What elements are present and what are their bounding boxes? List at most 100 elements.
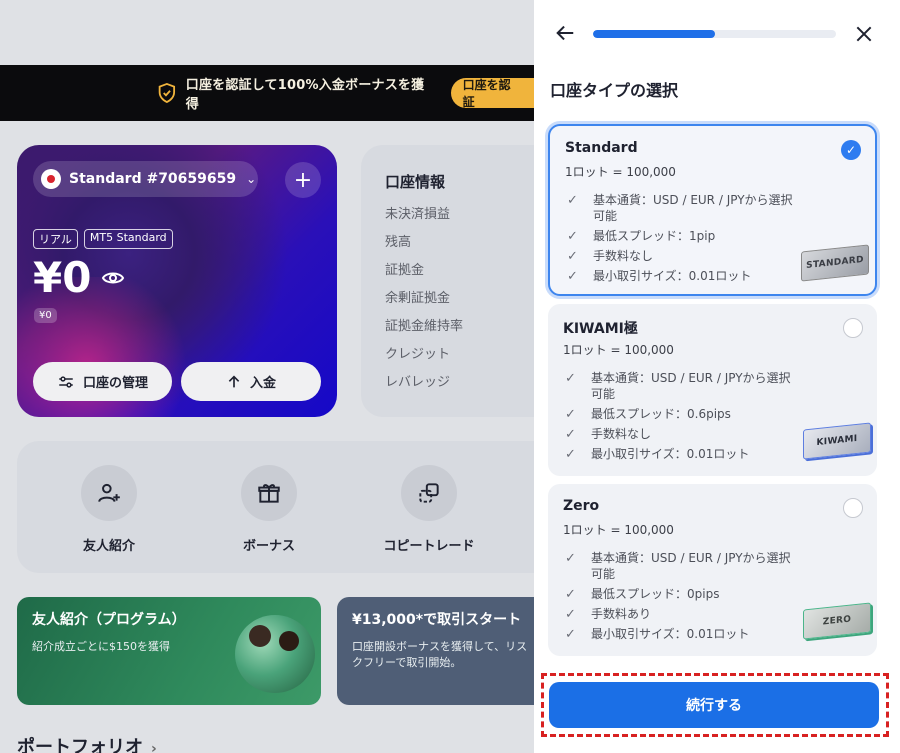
account-type-standard[interactable]: Standard 1ロット = 100,000 ✓ ✓ 基本通貨：USD / EU… [548,124,877,296]
quick-action-label: ボーナス [242,539,295,554]
deposit-button[interactable]: 入金 [181,362,321,401]
check-icon: ✓ [567,193,578,208]
feature-item: ✓ 基本通貨：USD / EUR / JPYから選択可能 [565,371,791,401]
shield-check-icon [158,82,176,104]
account-tag-real: リアル [33,229,78,249]
gift-icon [241,465,297,521]
chevron-down-icon: ⌄ [246,172,257,186]
info-item: クレジット [385,347,451,362]
feature-item: ✓ 手数料あり [565,607,652,622]
standard-badge-icon: STANDARD [801,244,869,282]
account-info-list: 未決済損益 残高 証拠金 余剰証拠金 証拠金維持率 クレジット レバレッジ [385,207,463,403]
zero-badge-icon: ZERO [803,602,871,640]
account-type-lot: 1ロット = 100,000 [565,165,676,179]
quick-actions-card: 友人紹介 ボーナス コピートレード [17,441,557,573]
feature-item: ✓ 最小取引サイズ：0.01ロット [565,627,750,642]
check-icon: ✓ [565,627,576,642]
check-icon: ✓ [565,447,576,462]
continue-button[interactable]: 続行する [549,682,879,728]
info-item: 未決済損益 [385,207,451,222]
check-icon: ✓ [565,587,576,602]
referral-photo [235,615,315,693]
copy-trade-icon [401,465,457,521]
manage-account-label: 口座の管理 [82,376,148,391]
account-info-title: 口座情報 [385,173,446,191]
account-type-name: KIWAMI極 [563,321,638,337]
quick-action-referral[interactable]: 友人紹介 [49,465,169,554]
kiwami-badge-icon: KIWAMI [803,422,871,460]
quick-action-copy-trade[interactable]: コピートレード [369,465,489,554]
referral-banner[interactable]: 友人紹介（プログラム） 紹介成立ごとに$150を獲得 [17,597,321,705]
eye-icon[interactable] [101,266,125,290]
info-item: 残高 [385,235,412,250]
balance-display: ¥0 [33,253,125,302]
deposit-label: 入金 [249,376,276,391]
quick-action-bonus[interactable]: ボーナス [209,465,329,554]
feature-item: ✓ 手数料なし [567,249,654,264]
check-icon: ✓ [567,229,578,244]
account-type-lot: 1ロット = 100,000 [563,343,674,357]
radio-checked-icon[interactable]: ✓ [841,140,861,160]
promo-text: 口座を認証して100%入金ボーナスを獲得 [185,78,425,112]
check-icon: ✓ [567,249,578,264]
portfolio-label: ポートフォリオ [17,737,143,753]
feature-item: ✓ 最低スプレッド：1pip [567,229,716,244]
account-type-name: Standard [565,140,638,156]
chevron-right-icon: › [151,741,157,753]
referral-banner-title: 友人紹介（プログラム） [32,612,186,628]
panel-title: 口座タイプの選択 [550,81,679,100]
account-type-zero[interactable]: Zero 1ロット = 100,000 ✓ 基本通貨：USD / EUR / JP… [548,484,877,656]
referral-banner-subtitle: 紹介成立ごとに$150を獲得 [32,640,170,653]
page-header-area [0,0,534,65]
account-tags: リアル MT5 Standard [33,229,173,249]
feature-item: ✓ 最小取引サイズ：0.01ロット [565,447,750,462]
check-icon: ✓ [565,607,576,622]
account-selector[interactable]: Standard #70659659 ⌄ [33,161,258,197]
account-type-panel: 口座タイプの選択 Standard 1ロット = 100,000 ✓ ✓ 基本通貨… [534,0,900,753]
radio-unchecked-icon[interactable] [843,318,863,338]
feature-item: ✓ 最小取引サイズ：0.01ロット [567,269,752,284]
check-icon: ✓ [565,551,576,566]
check-icon: ✓ [565,427,576,442]
promo-bar: 口座を認証して100%入金ボーナスを獲得 口座を認証 [0,65,534,121]
feature-item: ✓ 手数料なし [565,427,652,442]
add-account-button[interactable]: + [285,162,321,198]
continue-highlight: 続行する [541,673,889,737]
feature-item: ✓ 最低スプレッド：0.6pips [565,407,731,422]
check-icon: ✓ [565,407,576,422]
feature-list: ✓ 基本通貨：USD / EUR / JPYから選択可能 ✓ 最低スプレッド：1pi… [565,192,795,288]
feature-list: ✓ 基本通貨：USD / EUR / JPYから選択可能 ✓ 最低スプレッド：0.6… [563,370,793,466]
account-info-card: 口座情報 未決済損益 残高 証拠金 余剰証拠金 証拠金維持率 クレジット レバレ… [361,145,561,417]
back-arrow-icon[interactable] [554,22,576,44]
feature-list: ✓ 基本通貨：USD / EUR / JPYから選択可能 ✓ 最低スプレッド：0pi… [563,550,793,646]
feature-item: ✓ 基本通貨：USD / EUR / JPYから選択可能 [565,551,791,581]
check-icon: ✓ [565,371,576,386]
feature-item: ✓ 最低スプレッド：0pips [565,587,720,602]
account-tag-platform: MT5 Standard [83,229,173,249]
start-banner-title: ¥13,000*で取引スタート [352,612,522,628]
start-banner-subtitle: 口座開設ボーナスを獲得して、リス クフリーで取引開始。 [352,640,528,669]
info-item: レバレッジ [385,375,451,390]
balance-value: ¥0 [33,253,92,302]
feature-item: ✓ 基本通貨：USD / EUR / JPYから選択可能 [567,193,793,223]
start-trading-banner[interactable]: ¥13,000*で取引スタート 口座開設ボーナスを獲得して、リス クフリーで取引… [337,597,567,705]
account-card: Standard #70659659 ⌄ + リアル MT5 Standard … [17,145,337,417]
info-item: 証拠金維持率 [385,319,464,334]
info-item: 余剰証拠金 [385,291,451,306]
japan-flag-icon [41,169,61,189]
account-type-lot: 1ロット = 100,000 [563,523,674,537]
quick-action-label: コピートレード [383,539,475,554]
radio-unchecked-icon[interactable] [843,498,863,518]
verify-account-button[interactable]: 口座を認証 [450,78,534,109]
sliders-icon [59,375,73,388]
close-icon[interactable] [854,24,874,44]
add-friend-icon [81,465,137,521]
progress-fill [593,30,715,38]
check-icon: ✓ [567,269,578,284]
account-type-kiwami[interactable]: KIWAMI極 1ロット = 100,000 ✓ 基本通貨：USD / EUR /… [548,304,877,476]
portfolio-heading[interactable]: ポートフォリオ › [17,733,157,753]
info-item: 証拠金 [385,263,425,278]
account-type-name: Zero [563,498,600,514]
quick-action-label: 友人紹介 [82,539,135,554]
manage-account-button[interactable]: 口座の管理 [33,362,172,401]
